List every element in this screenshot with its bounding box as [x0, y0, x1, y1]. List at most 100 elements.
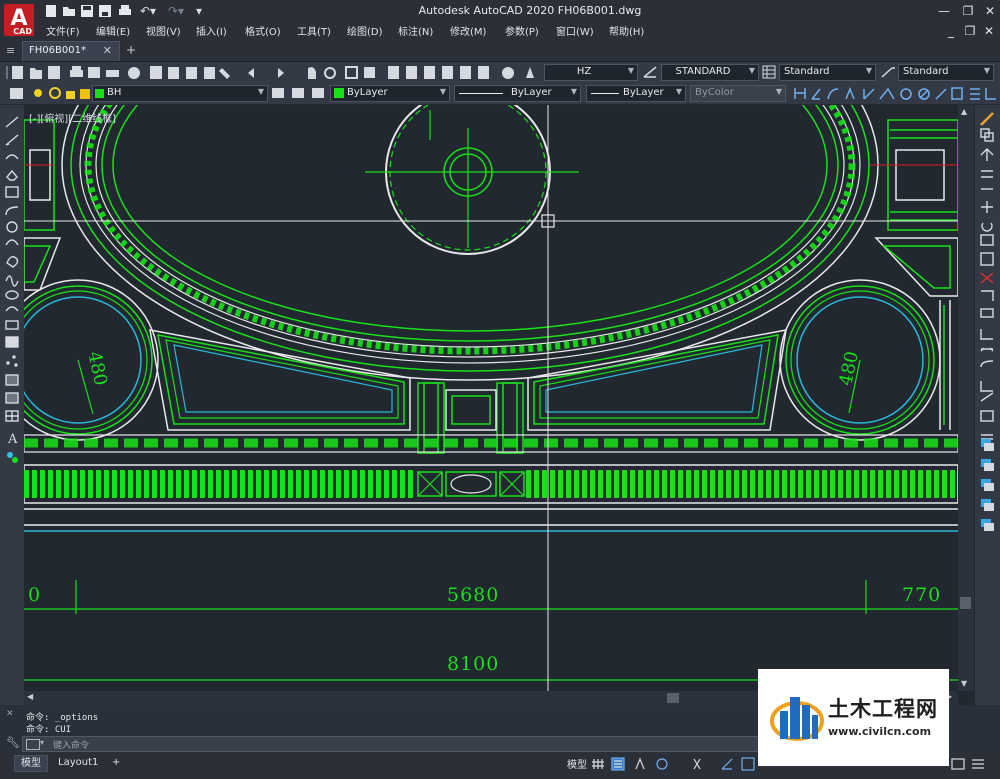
menu-tools[interactable]: 工具(T): [297, 23, 331, 38]
linetype-preview: [459, 93, 503, 94]
doc-restore-button[interactable]: ❐: [962, 24, 978, 38]
status-right-icons[interactable]: [950, 755, 998, 773]
chevron-down-icon: ▼: [627, 66, 634, 75]
tab-menu-icon[interactable]: ≡: [6, 44, 16, 57]
doc-close-button[interactable]: ✕: [981, 24, 997, 38]
menu-format[interactable]: 格式(O): [245, 23, 281, 38]
command-input[interactable]: ▾ 键入命令: [22, 736, 759, 752]
command-history-line: 命令: CUI: [26, 725, 72, 735]
tab-document[interactable]: FH06B001* ✕: [22, 41, 120, 61]
new-tab-button[interactable]: +: [126, 43, 136, 57]
flute-band: [24, 464, 958, 504]
dimension-style-icon[interactable]: [642, 65, 658, 79]
title-bar: A CAD ↶▾ ↷▾ ▾ Autodesk AutoCAD 2020 FH06…: [0, 0, 1000, 40]
plot-icon[interactable]: [118, 4, 132, 18]
add-layout-button[interactable]: +: [106, 755, 126, 770]
viewport-controls-label[interactable]: [-][俯视][二维线框]: [29, 110, 116, 125]
vertical-scroll-thumb[interactable]: [960, 597, 971, 609]
standard-toolbar-icons: [6, 66, 534, 79]
chevron-down-icon: ▼: [570, 87, 577, 96]
document-tab-bar: ≡ FH06B001* ✕ +: [0, 40, 1000, 62]
menu-draw[interactable]: 绘图(D): [347, 23, 383, 38]
dimension-style-value: STANDARD: [675, 66, 731, 77]
undo-icon[interactable]: ↶▾: [138, 4, 158, 18]
menu-file[interactable]: 文件(F): [46, 23, 80, 38]
linetype-select[interactable]: ByLayer ▼: [454, 85, 581, 102]
table-style-value: Standard: [784, 66, 830, 77]
app-logo-sub: CAD: [13, 27, 32, 36]
bead-band: [24, 434, 958, 453]
dimension-style-select[interactable]: STANDARD ▼: [661, 64, 759, 81]
plot-style-select: ByColor ▼: [690, 85, 786, 102]
scroll-up-icon[interactable]: ▲: [961, 107, 967, 116]
color-select[interactable]: ByLayer ▼: [330, 85, 450, 102]
menu-insert[interactable]: 插入(I): [196, 23, 227, 38]
modify-extra-icons[interactable]: [975, 435, 1000, 555]
command-prompt-icon[interactable]: [26, 739, 40, 750]
scroll-down-icon[interactable]: ▼: [961, 679, 967, 688]
chevron-down-icon: ▼: [675, 87, 682, 96]
save-as-icon[interactable]: [98, 4, 112, 18]
application-menu-button[interactable]: A CAD: [4, 4, 34, 36]
window-restore-button[interactable]: ❐: [960, 4, 976, 18]
chevron-down-icon: ▼: [775, 87, 782, 96]
menu-modify[interactable]: 修改(M): [450, 23, 486, 38]
tab-close-icon[interactable]: ✕: [103, 44, 112, 57]
chevron-down-icon: ▼: [865, 66, 872, 75]
text-style-value: HZ: [576, 66, 592, 77]
drawing-canvas[interactable]: 480 480 0 5680 770 8100: [24, 105, 958, 691]
layer-value: BH: [107, 87, 122, 98]
text-style-select[interactable]: HZ ▼: [544, 64, 638, 81]
table-style-select[interactable]: Standard ▼: [779, 64, 876, 81]
customize-quick-access-icon[interactable]: ▾: [192, 4, 206, 18]
watermark-logo-icon: [770, 697, 824, 741]
watermark-url: www.civilcn.com: [828, 725, 932, 738]
menu-window[interactable]: 窗口(W): [556, 23, 594, 38]
draw-tools-icons[interactable]: A: [0, 105, 24, 465]
window-close-button[interactable]: ✕: [982, 4, 998, 18]
window-minimize-button[interactable]: —: [936, 4, 952, 18]
menu-view[interactable]: 视图(V): [146, 23, 181, 38]
window-title: Autodesk AutoCAD 2020 FH06B001.dwg: [418, 4, 642, 17]
menu-parametric[interactable]: 参数(P): [505, 23, 539, 38]
vertical-scrollbar[interactable]: ▲ ▼: [958, 105, 974, 691]
linetype-value: ByLayer: [511, 87, 552, 98]
chevron-down-icon: ▼: [257, 87, 264, 96]
menu-edit[interactable]: 编辑(E): [96, 23, 130, 38]
redo-icon[interactable]: ↷▾: [166, 4, 186, 18]
save-icon[interactable]: [80, 4, 94, 18]
base-lines: [24, 508, 958, 532]
tab-layout1[interactable]: Layout1: [52, 755, 104, 770]
menu-help[interactable]: 帮助(H): [609, 23, 644, 38]
plot-style-value: ByColor: [695, 87, 734, 98]
horizontal-scroll-thumb[interactable]: [667, 693, 679, 703]
scroll-left-icon[interactable]: ◀: [27, 692, 33, 701]
model-space-label[interactable]: 模型: [567, 756, 587, 771]
multileader-style-select[interactable]: Standard ▼: [898, 64, 994, 81]
chevron-down-icon[interactable]: ▾: [40, 738, 44, 747]
status-toggle-icons[interactable]: [590, 755, 760, 773]
site-watermark: 土木工程网 www.civilcn.com: [758, 669, 949, 766]
lineweight-value: ByLayer: [623, 87, 664, 98]
menu-dimension[interactable]: 标注(N): [398, 23, 433, 38]
lineweight-preview: [591, 93, 619, 94]
new-file-icon[interactable]: [44, 4, 58, 18]
modify-tools-icons[interactable]: [975, 105, 1000, 455]
dimension-text-total: 8100: [447, 653, 500, 675]
lineweight-select[interactable]: ByLayer ▼: [586, 85, 686, 102]
layer-select[interactable]: BH ▼: [92, 85, 268, 102]
color-value: ByLayer: [347, 87, 388, 98]
dimension-toolbar-icons[interactable]: [792, 85, 1000, 102]
doc-minimize-button[interactable]: _: [943, 24, 959, 38]
standard-toolbar: HZ ▼ STANDARD ▼ Standard ▼ Standard ▼: [0, 62, 1000, 84]
layer-tools-icons[interactable]: [270, 86, 326, 100]
table-style-icon[interactable]: [762, 65, 776, 79]
chevron-down-icon: ▼: [983, 66, 990, 75]
open-file-icon[interactable]: [62, 4, 76, 18]
command-window-grip-icon[interactable]: ✕: [6, 709, 14, 719]
multileader-style-value: Standard: [903, 66, 949, 77]
tab-model[interactable]: 模型: [14, 755, 48, 772]
multileader-style-icon[interactable]: [880, 65, 896, 79]
wrench-icon[interactable]: 🔧︎: [6, 736, 20, 749]
chevron-down-icon: ▼: [748, 66, 755, 75]
